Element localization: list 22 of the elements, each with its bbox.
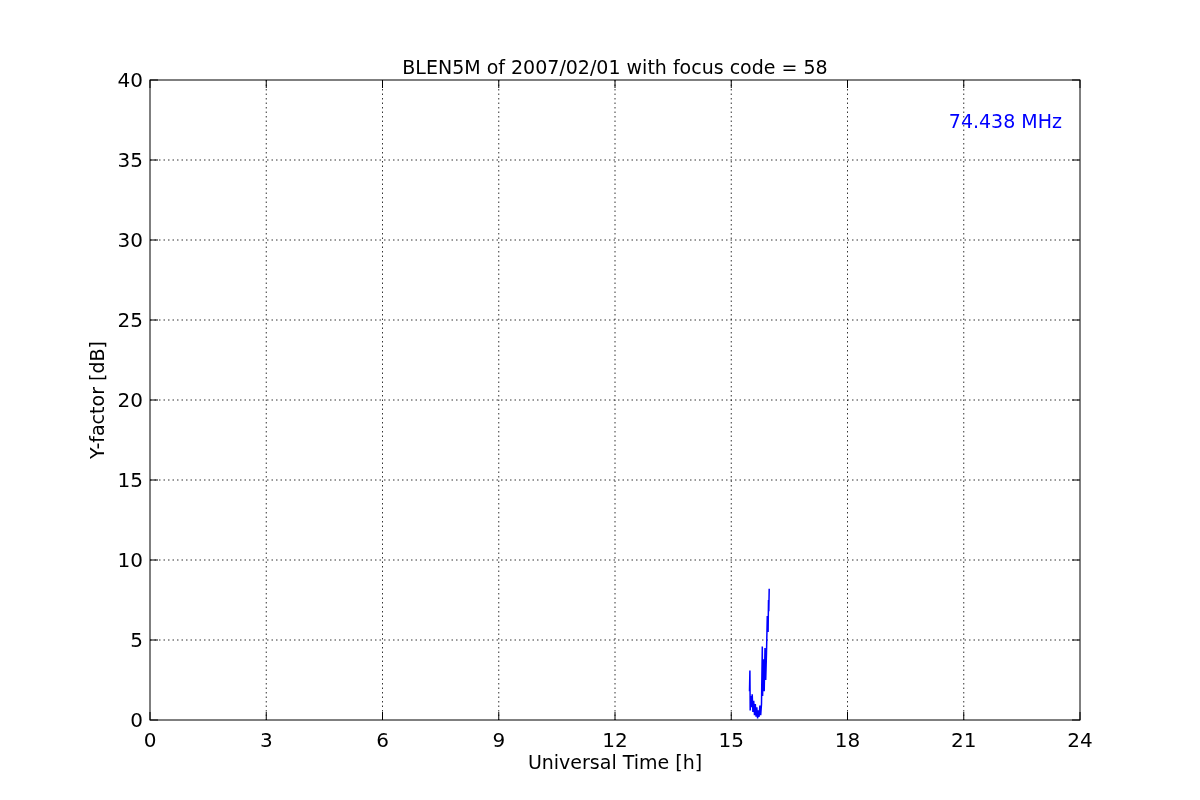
y-tick-label: 5 (130, 628, 143, 652)
y-axis-label: Y-factor [dB] (86, 341, 108, 459)
y-tick-label: 15 (117, 468, 143, 492)
x-axis-label: Universal Time [h] (527, 751, 703, 773)
y-tick-label: 10 (117, 548, 143, 572)
x-tick-label: 24 (1067, 728, 1093, 752)
y-tick-label: 40 (117, 68, 143, 92)
y-tick-label: 0 (130, 708, 143, 732)
x-tick-label: 0 (143, 728, 157, 752)
x-tick-label: 3 (259, 728, 273, 752)
y-tick-label: 30 (117, 228, 143, 252)
y-tick-label: 25 (117, 308, 143, 332)
x-tick-label: 15 (718, 728, 744, 752)
chart-title: BLEN5M of 2007/02/01 with focus code = 58 (402, 56, 828, 78)
y-tick-label: 35 (117, 148, 143, 172)
x-tick-label: 12 (602, 728, 628, 752)
y-tick-label: 20 (117, 388, 143, 412)
x-tick-label: 6 (376, 728, 389, 752)
x-tick-label: 21 (951, 728, 977, 752)
series-label: 74.438 MHz (948, 110, 1062, 132)
x-tick-label: 9 (492, 728, 506, 752)
x-tick-label: 18 (834, 728, 861, 752)
